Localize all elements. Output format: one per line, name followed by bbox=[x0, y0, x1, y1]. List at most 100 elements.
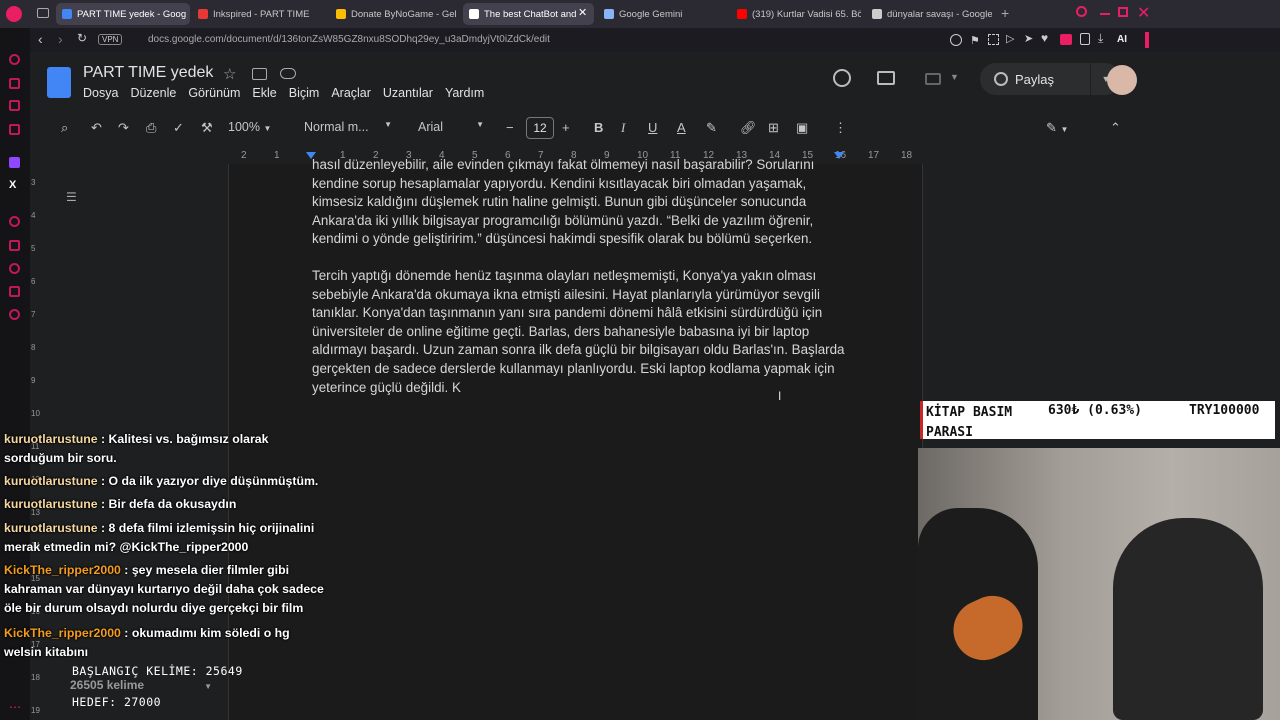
decrease-font-icon[interactable]: − bbox=[506, 120, 514, 135]
font-size-input[interactable]: 12 bbox=[526, 117, 554, 139]
screenshot-icon[interactable] bbox=[988, 34, 999, 45]
docs-logo-icon[interactable] bbox=[47, 67, 71, 98]
meet-dropdown-icon[interactable]: ▼ bbox=[950, 72, 959, 82]
browser-tab[interactable]: dünyalar savaşı - Google'd bbox=[866, 3, 992, 25]
avatar[interactable] bbox=[1107, 65, 1137, 95]
tab-label: Donate ByNoGame - Gel bbox=[351, 8, 457, 20]
close-tab-icon[interactable]: ✕ bbox=[578, 6, 587, 19]
font-select[interactable]: Arial ▼ bbox=[418, 120, 484, 134]
sidebar-history-icon[interactable] bbox=[9, 263, 20, 274]
new-tab-icon[interactable]: + bbox=[1001, 5, 1009, 21]
vpn-badge[interactable]: VPN bbox=[98, 34, 123, 45]
close-window-icon[interactable]: ✕ bbox=[1137, 3, 1150, 23]
comment-add-icon[interactable]: ⊞ bbox=[768, 120, 779, 136]
extensions-icon[interactable] bbox=[950, 34, 962, 46]
sidebar-player-icon[interactable] bbox=[9, 216, 20, 227]
paint-format-icon[interactable]: ⚒ bbox=[201, 120, 213, 136]
text-color-icon[interactable]: A bbox=[677, 120, 686, 135]
document-outline-icon[interactable]: ☰ bbox=[66, 190, 77, 204]
tab-label: dünyalar savaşı - Google'd bbox=[887, 8, 992, 20]
document-title[interactable]: PART TIME yedek bbox=[83, 64, 213, 82]
chat-username: kuruotlarustune bbox=[4, 497, 98, 511]
sidebar-twitch-icon[interactable] bbox=[9, 157, 20, 168]
browser-tab[interactable]: The best ChatBot and bbox=[463, 3, 594, 25]
globe-icon bbox=[994, 72, 1008, 86]
redo-icon[interactable]: ↷ bbox=[118, 120, 129, 136]
menu-item[interactable]: Görünüm bbox=[188, 86, 240, 100]
search-icon[interactable] bbox=[1076, 6, 1087, 17]
version-history-icon[interactable] bbox=[833, 69, 851, 87]
style-select[interactable]: Normal m... ▼ bbox=[304, 120, 392, 134]
forward-icon[interactable]: › bbox=[58, 31, 63, 47]
highlight-icon[interactable]: ✎ bbox=[706, 120, 717, 136]
increase-font-icon[interactable]: + bbox=[562, 120, 570, 135]
lock-icon[interactable] bbox=[1080, 33, 1090, 45]
menu-item[interactable]: Biçim bbox=[289, 86, 320, 100]
reload-icon[interactable]: ↻ bbox=[77, 31, 87, 45]
sidebar-x-icon[interactable]: X bbox=[9, 179, 16, 191]
move-folder-icon[interactable] bbox=[252, 68, 267, 80]
menu-item[interactable]: Düzenle bbox=[130, 86, 176, 100]
sidebar-vpn-icon[interactable] bbox=[9, 100, 20, 111]
sidebar-recent-icon[interactable] bbox=[9, 54, 20, 65]
bookmark-icon[interactable]: ⚑ bbox=[970, 34, 980, 47]
sidebar-settings-icon[interactable] bbox=[9, 309, 20, 320]
image-icon[interactable]: ▣ bbox=[796, 120, 808, 136]
sidebar-mail-icon[interactable] bbox=[9, 124, 20, 135]
url-field[interactable]: docs.google.com/document/d/136tonZsW85GZ… bbox=[148, 34, 550, 45]
undo-icon[interactable]: ↶ bbox=[91, 120, 102, 136]
link-icon[interactable]: 🔗︎ bbox=[740, 120, 757, 136]
comments-icon[interactable] bbox=[877, 71, 895, 85]
browser-tab[interactable]: Donate ByNoGame - Gel bbox=[330, 3, 458, 25]
menu-item[interactable]: Araçlar bbox=[331, 86, 371, 100]
share-button[interactable]: Paylaş bbox=[980, 63, 1090, 95]
menu-item[interactable]: Dosya bbox=[83, 86, 118, 100]
browser-tab[interactable]: Google Gemini bbox=[598, 3, 724, 25]
chat-text: O da ilk yazıyor diye düşünmüştüm. bbox=[108, 474, 319, 488]
paragraph: hasıl düzenleyebilir, aile evinden çıkma… bbox=[312, 157, 815, 247]
docs-menu-bar: Dosya Düzenle Görünüm Ekle Biçim Araçlar Uzant… bbox=[83, 86, 496, 100]
star-icon[interactable]: ☆ bbox=[223, 65, 236, 83]
more-options-icon[interactable]: ⋮ bbox=[834, 120, 847, 136]
chat-message: kuruotlarustune : Kalitesi vs. bağımsız … bbox=[4, 430, 324, 468]
vertical-ruler-tick-label: 7 bbox=[31, 310, 36, 319]
sidebar-extensions-icon[interactable] bbox=[9, 286, 20, 297]
sidebar-pin-icon[interactable] bbox=[9, 240, 20, 251]
word-count-badge[interactable]: 26505 kelime ▼ bbox=[70, 678, 212, 692]
send-icon[interactable]: ➤ bbox=[1024, 32, 1033, 45]
bold-icon[interactable]: B bbox=[594, 120, 603, 135]
download-icon[interactable]: ⤓ bbox=[1098, 31, 1103, 46]
menu-item[interactable]: Yardım bbox=[445, 86, 484, 100]
spellcheck-icon[interactable]: ✓ bbox=[173, 120, 184, 136]
wallet-icon[interactable] bbox=[1060, 34, 1072, 45]
meet-icon[interactable] bbox=[925, 73, 941, 85]
maximize-icon[interactable] bbox=[1118, 7, 1128, 17]
tab-favicon-icon bbox=[198, 9, 208, 19]
document-body[interactable]: hasıl düzenleyebilir, aile evinden çıkma… bbox=[312, 156, 852, 415]
collapse-menus-icon[interactable]: ⌃ bbox=[1110, 120, 1121, 136]
webcam-feed bbox=[918, 448, 1280, 720]
sidebar-more-icon[interactable]: ⋯ bbox=[9, 700, 21, 714]
browser-tab[interactable]: (319) Kurtlar Vadisi 65. Bö bbox=[731, 3, 861, 25]
cloud-status-icon[interactable] bbox=[280, 68, 296, 79]
editing-mode-icon[interactable]: ✎ ▼ bbox=[1046, 120, 1068, 136]
play-icon[interactable]: ▷ bbox=[1006, 32, 1014, 45]
browser-tab[interactable]: Inkspired - PART TIME bbox=[192, 3, 320, 25]
browser-tab[interactable]: PART TIME yedek - Goog bbox=[56, 3, 190, 25]
menu-item[interactable]: Ekle bbox=[252, 86, 276, 100]
zoom-select[interactable]: 100% ▼ bbox=[228, 120, 271, 134]
chevron-down-icon: ▼ bbox=[204, 682, 212, 691]
print-icon[interactable]: ⎙ bbox=[146, 120, 156, 136]
ai-button[interactable]: AI bbox=[1117, 34, 1127, 45]
back-icon[interactable]: ‹ bbox=[38, 31, 43, 47]
minimize-icon[interactable] bbox=[1100, 13, 1110, 15]
tab-favicon-icon bbox=[604, 9, 614, 19]
sidebar-bag-icon[interactable] bbox=[9, 78, 20, 89]
search-menus-icon[interactable]: ⌕ bbox=[61, 120, 68, 136]
heart-icon[interactable]: ♥ bbox=[1041, 31, 1048, 45]
italic-icon[interactable]: I bbox=[621, 120, 625, 136]
browser-logo-icon[interactable] bbox=[6, 6, 22, 22]
underline-icon[interactable]: U bbox=[648, 120, 657, 135]
tab-overview-icon[interactable] bbox=[37, 8, 49, 18]
menu-item[interactable]: Uzantılar bbox=[383, 86, 433, 100]
